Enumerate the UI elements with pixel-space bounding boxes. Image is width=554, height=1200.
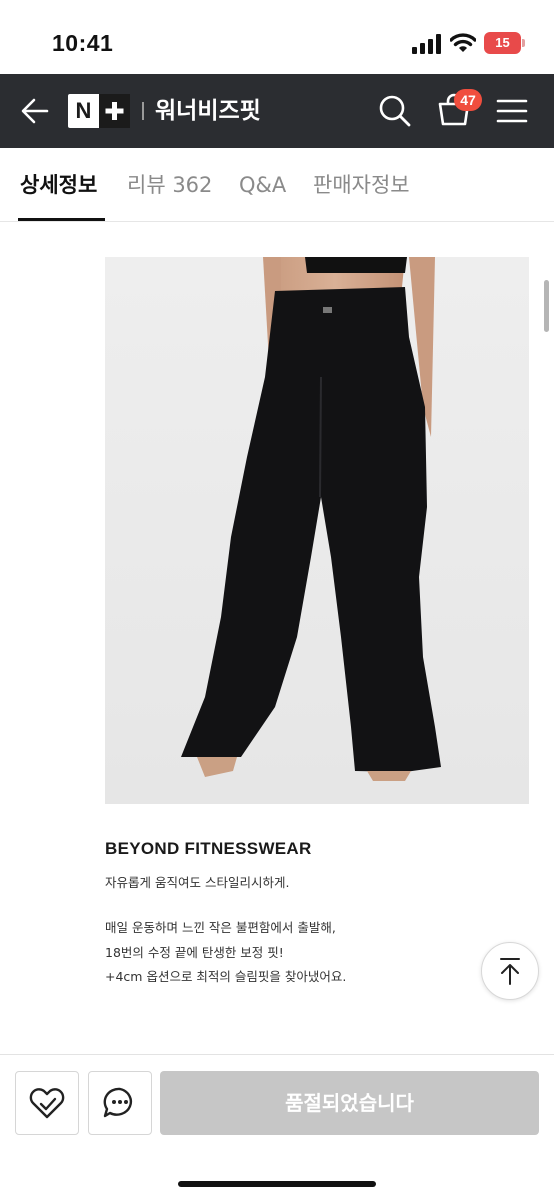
product-description-line: +4cm 옵션으로 최적의 슬림핏을 찾아냈어요. bbox=[105, 969, 347, 984]
product-tagline: 자유롭게 움직여도 스타일리시하게. bbox=[105, 875, 290, 890]
search-icon[interactable] bbox=[378, 94, 412, 128]
product-description-line: 매일 운동하며 느낀 작은 불편함에서 출발해, bbox=[105, 920, 336, 935]
tab-bar: 상세정보 리뷰 362 Q&A 판매자정보 bbox=[0, 148, 554, 222]
app-header: N 워너비즈핏 47 bbox=[0, 74, 554, 148]
tab-seller-info[interactable]: 판매자정보 bbox=[313, 172, 410, 198]
tab-qna[interactable]: Q&A bbox=[239, 172, 286, 198]
logo-letter: N bbox=[75, 98, 92, 123]
product-description-line: 18번의 수정 끝에 탄생한 보정 핏! bbox=[105, 945, 284, 960]
battery-icon: 15 bbox=[484, 32, 526, 54]
cart-count-badge: 47 bbox=[454, 89, 482, 111]
wishlist-button[interactable] bbox=[15, 1071, 79, 1135]
logo-divider bbox=[142, 102, 144, 120]
home-indicator bbox=[178, 1181, 376, 1187]
plus-icon bbox=[99, 94, 130, 128]
active-tab-indicator bbox=[18, 218, 105, 221]
bottom-action-bar: 품절되었습니다 bbox=[0, 1054, 554, 1200]
chat-button[interactable] bbox=[88, 1071, 152, 1135]
chat-bubble-icon bbox=[103, 1087, 133, 1118]
arrow-up-icon bbox=[500, 958, 520, 985]
scrollbar[interactable] bbox=[544, 280, 549, 332]
sold-out-button[interactable]: 품절되었습니다 bbox=[160, 1071, 539, 1135]
signal-icon bbox=[412, 34, 441, 54]
status-bar: 10:41 15 bbox=[0, 0, 554, 74]
product-title: BEYOND FITNESSWEAR bbox=[105, 839, 312, 858]
back-arrow-icon[interactable] bbox=[20, 96, 50, 126]
naver-plus-logo[interactable]: N bbox=[68, 94, 130, 128]
menu-icon[interactable] bbox=[496, 98, 528, 124]
battery-level: 15 bbox=[495, 35, 510, 50]
product-image bbox=[105, 257, 529, 804]
tab-reviews[interactable]: 리뷰 362 bbox=[127, 172, 212, 198]
status-time: 10:41 bbox=[52, 30, 114, 56]
scroll-to-top-button[interactable] bbox=[481, 942, 539, 1000]
wifi-icon bbox=[450, 33, 476, 52]
store-name[interactable]: 워너비즈핏 bbox=[155, 96, 261, 126]
tab-details[interactable]: 상세정보 bbox=[20, 172, 97, 198]
heart-icon bbox=[29, 1088, 65, 1119]
